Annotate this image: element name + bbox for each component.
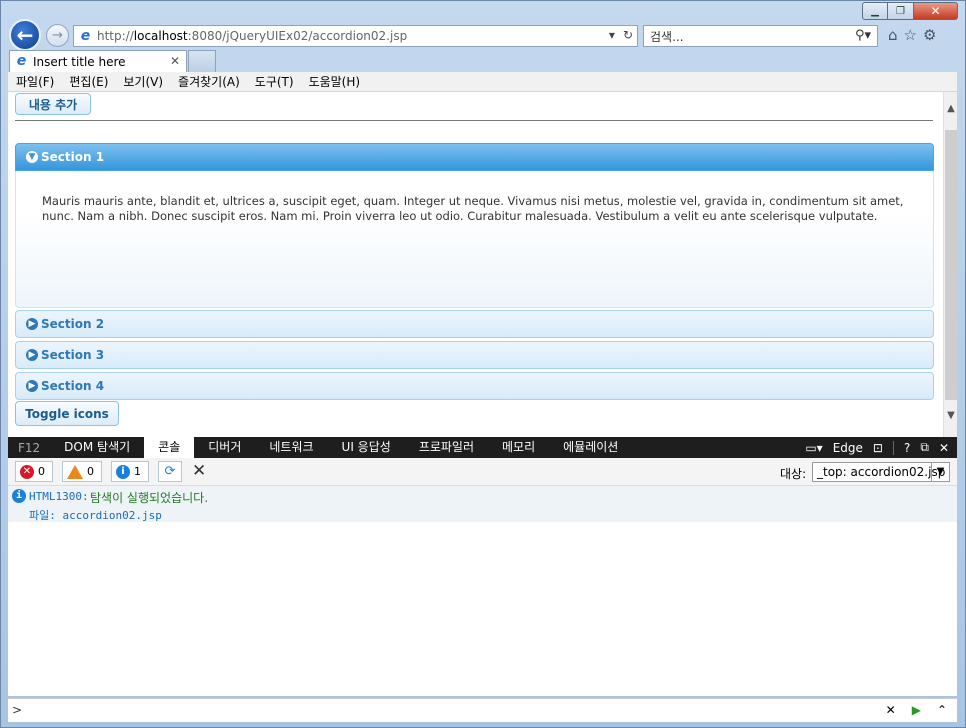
- search-placeholder: 검색...: [650, 29, 684, 44]
- f12-label: F12: [18, 440, 41, 455]
- menu-edit[interactable]: 편집(E): [69, 73, 108, 90]
- menu-favorites[interactable]: 즐겨찾기(A): [178, 73, 240, 90]
- devtools-tab-ui-responsiveness[interactable]: UI 응답성: [328, 437, 405, 458]
- message-count: 1: [134, 465, 141, 478]
- message-filter-button[interactable]: i 1: [111, 461, 149, 482]
- target-value: _top: accordion02.jsp: [817, 465, 946, 479]
- console-toggle-icon[interactable]: ⊡: [873, 441, 883, 455]
- circle-arrow-down-icon: ▼: [26, 151, 38, 163]
- close-window-button[interactable]: ✕: [914, 2, 958, 20]
- devtools-tab-dom[interactable]: DOM 탐색기: [50, 437, 144, 458]
- warning-count: 0: [87, 465, 94, 478]
- devtools-tab-network[interactable]: 네트워크: [255, 437, 327, 458]
- info-icon: i: [12, 489, 26, 503]
- chevron-down-icon: ▼: [931, 463, 949, 481]
- toggle-icons-button[interactable]: Toggle icons: [15, 401, 119, 426]
- devtools-tabbar: F12 DOM 탐색기 콘솔 디버거 네트워크 UI 응답성 프로파일러 메모리…: [8, 437, 957, 458]
- monitor-icon[interactable]: ▭▾: [805, 441, 822, 455]
- address-bar[interactable]: e http://localhost:8080/jQueryUIEx02/acc…: [73, 25, 638, 47]
- accordion-header-label: Section 3: [41, 348, 105, 362]
- clear-console-icon[interactable]: ✕: [192, 461, 206, 481]
- devtools-tab-debugger[interactable]: 디버거: [194, 437, 255, 458]
- menu-help[interactable]: 도움말(H): [309, 73, 361, 90]
- page-content: 내용 추가 ▼ Section 1 Mauris mauris ante, bl…: [8, 92, 943, 437]
- console-prompt: >: [12, 703, 23, 717]
- search-input[interactable]: 검색... ⚲▾: [643, 25, 878, 47]
- arrow-right-icon: →: [52, 28, 63, 43]
- message-code: HTML1300:: [29, 490, 89, 503]
- devtools-right-controls: ▭▾ Edge ⊡ ? ⧉ ✕: [805, 437, 949, 458]
- warning-icon: [67, 464, 83, 479]
- console-output: i HTML1300: 탐색이 실행되었습니다. 파일: accordion02…: [8, 486, 957, 696]
- browser-tab[interactable]: e Insert title here ✕: [9, 50, 187, 72]
- info-icon: i: [116, 464, 130, 479]
- scroll-thumb[interactable]: [945, 130, 957, 400]
- favorites-star-icon[interactable]: ☆: [904, 26, 917, 44]
- accordion-header-section-3[interactable]: ▶ Section 3: [15, 341, 934, 369]
- divider: [15, 120, 933, 121]
- window-controls: ▁ ❐ ✕: [862, 2, 958, 20]
- document-mode-label[interactable]: Edge: [833, 441, 863, 455]
- target-label: 대상:: [780, 467, 807, 481]
- error-count: 0: [38, 465, 45, 478]
- console-input-actions: ✕ ▶ ⌃: [886, 703, 947, 717]
- close-tab-icon[interactable]: ✕: [170, 54, 180, 68]
- add-content-button[interactable]: 내용 추가: [15, 93, 91, 115]
- search-icon[interactable]: ⚲▾: [855, 28, 871, 43]
- accordion-header-section-2[interactable]: ▶ Section 2: [15, 310, 934, 338]
- expand-input-icon[interactable]: ⌃: [937, 703, 947, 717]
- home-icon[interactable]: ⌂: [888, 26, 898, 44]
- devtools-tab-console[interactable]: 콘솔: [144, 437, 195, 458]
- arrow-left-icon: ←: [16, 23, 34, 47]
- accordion-header-label: Section 1: [41, 150, 105, 164]
- scroll-down-icon[interactable]: ▼: [944, 407, 958, 425]
- target-select[interactable]: _top: accordion02.jsp ▼: [812, 462, 950, 482]
- accordion-panel-section-1: Mauris mauris ante, blandit et, ultrices…: [15, 171, 934, 308]
- accordion-header-label: Section 2: [41, 317, 105, 331]
- console-input[interactable]: > ✕ ▶ ⌃: [8, 698, 957, 722]
- circle-arrow-right-icon: ▶: [26, 349, 38, 361]
- maximize-button[interactable]: ❐: [888, 2, 914, 20]
- clear-on-navigate-icon: ⟳: [164, 464, 176, 479]
- message-file-link[interactable]: 파일: accordion02.jsp: [29, 507, 162, 523]
- ie-icon: e: [16, 53, 27, 69]
- clear-input-icon[interactable]: ✕: [886, 703, 896, 717]
- forward-button[interactable]: →: [46, 24, 69, 47]
- menu-view[interactable]: 보기(V): [123, 73, 163, 90]
- new-tab-button[interactable]: [188, 50, 216, 72]
- menu-tools[interactable]: 도구(T): [255, 73, 294, 90]
- warning-filter-button[interactable]: 0: [62, 461, 102, 482]
- tab-title: Insert title here: [33, 54, 126, 69]
- message-text: 탐색이 실행되었습니다.: [90, 491, 209, 505]
- toolbar-icons: ⌂ ☆ ⚙: [888, 26, 936, 44]
- error-icon: ✕: [20, 464, 34, 479]
- menu-file[interactable]: 파일(F): [16, 73, 54, 90]
- page-scrollbar[interactable]: ▲ ▼: [943, 92, 957, 437]
- scroll-up-icon[interactable]: ▲: [944, 100, 958, 118]
- devtools-tab-emulation[interactable]: 에뮬레이션: [549, 437, 632, 458]
- help-icon[interactable]: ?: [904, 441, 910, 455]
- ie-icon: e: [80, 27, 91, 44]
- run-icon[interactable]: ▶: [912, 703, 921, 717]
- minimize-button[interactable]: ▁: [862, 2, 888, 20]
- undock-icon[interactable]: ⧉: [920, 440, 929, 455]
- console-message: i HTML1300: 탐색이 실행되었습니다. 파일: accordion02…: [8, 486, 957, 522]
- dropdown-icon[interactable]: ▾: [609, 28, 615, 42]
- circle-arrow-right-icon: ▶: [26, 380, 38, 392]
- back-button[interactable]: ←: [9, 19, 41, 51]
- close-devtools-icon[interactable]: ✕: [939, 441, 949, 455]
- accordion-header-section-1[interactable]: ▼ Section 1: [15, 143, 934, 171]
- error-filter-button[interactable]: ✕ 0: [15, 461, 53, 482]
- address-text: http://localhost:8080/jQueryUIEx02/accor…: [97, 29, 408, 43]
- refresh-icon[interactable]: ↻: [623, 28, 633, 42]
- circle-arrow-right-icon: ▶: [26, 318, 38, 330]
- accordion-header-section-4[interactable]: ▶ Section 4: [15, 372, 934, 400]
- console-toolbar: ✕ 0 0 i 1 ⟳ ✕ 대상: _top: accordion02.jsp …: [8, 458, 957, 486]
- clear-on-navigate-button[interactable]: ⟳: [158, 461, 182, 482]
- accordion-header-label: Section 4: [41, 379, 105, 393]
- devtools-tab-memory[interactable]: 메모리: [488, 437, 549, 458]
- menu-bar: 파일(F) 편집(E) 보기(V) 즐겨찾기(A) 도구(T) 도움말(H): [8, 72, 957, 92]
- gear-icon[interactable]: ⚙: [923, 26, 936, 44]
- devtools-tab-profiler[interactable]: 프로파일러: [405, 437, 488, 458]
